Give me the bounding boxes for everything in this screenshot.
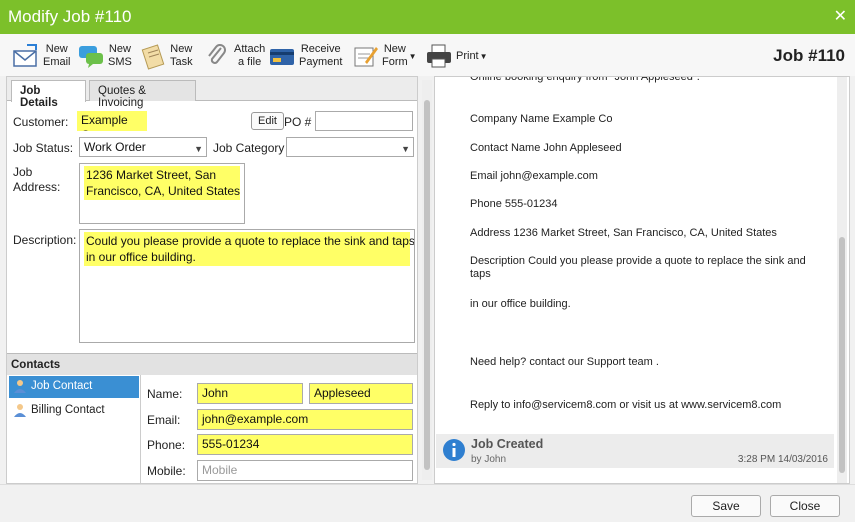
- activity-item-job-created[interactable]: Job Created by John 3:28 PM 14/03/2016: [436, 434, 834, 468]
- printer-icon: [427, 44, 451, 68]
- job-category-select[interactable]: ▼: [286, 137, 414, 157]
- window-title: Modify Job #110: [8, 7, 132, 26]
- last-name-input[interactable]: Appleseed: [309, 383, 413, 404]
- chevron-down-icon: ▼: [194, 144, 203, 154]
- email-line: Reply to info@servicem8.com or visit us …: [470, 399, 782, 411]
- email-line: Online booking enquiry from "John Apples…: [470, 76, 700, 83]
- customer-field[interactable]: Example Co: [77, 111, 147, 131]
- form-icon: [354, 47, 378, 67]
- new-form-button[interactable]: New Form ▼: [351, 40, 417, 72]
- right-scrollbar-thumb[interactable]: [839, 237, 845, 473]
- activity-panel: Online booking enquiry from "John Apples…: [434, 76, 850, 484]
- print-button[interactable]: Print ▼: [425, 40, 488, 72]
- activity-author: by John: [471, 454, 507, 465]
- close-icon[interactable]: ✕: [834, 6, 847, 26]
- contact-item-label: Job Contact: [31, 380, 93, 392]
- contact-name-label: Name:: [147, 387, 183, 401]
- email-line: Phone 555-01234: [470, 198, 558, 210]
- job-status-value: Work Order: [84, 140, 146, 154]
- description-textarea[interactable]: Could you please provide a quote to repl…: [79, 229, 415, 343]
- contact-item-billing-contact[interactable]: Billing Contact: [9, 400, 139, 422]
- new-sms-button[interactable]: New SMS: [77, 40, 132, 72]
- receive-payment-button[interactable]: Receive Payment: [268, 40, 342, 72]
- new-email-button[interactable]: New Email: [12, 40, 71, 72]
- new-form-label: New Form: [382, 43, 408, 68]
- email-line: in our office building.: [470, 298, 571, 310]
- attach-file-button[interactable]: Attach a file: [203, 40, 265, 72]
- chevron-down-icon: ▼: [401, 144, 410, 154]
- job-number-heading: Job #110: [773, 46, 845, 65]
- email-icon: [13, 44, 37, 67]
- customer-label: Customer:: [13, 115, 69, 129]
- job-address-label: Job Address:: [13, 165, 61, 194]
- job-category-label: Job Category: [213, 141, 285, 155]
- tab-quotes-invoicing[interactable]: Quotes & Invoicing: [89, 80, 196, 109]
- attach-file-label: Attach a file: [234, 43, 266, 68]
- description-value: Could you please provide a quote to repl…: [84, 232, 415, 266]
- contact-phone-input[interactable]: 555-01234: [197, 434, 413, 455]
- tab-job-details[interactable]: Job Details: [11, 80, 86, 109]
- chevron-down-icon: ▼: [479, 51, 488, 61]
- contact-mobile-input[interactable]: Mobile: [197, 460, 413, 481]
- job-address-value: 1236 Market Street, San Francisco, CA, U…: [84, 166, 241, 200]
- new-email-label: New Email: [43, 43, 71, 68]
- toolbar: New Email New SMS New Task Attach a file…: [0, 34, 855, 76]
- job-status-select[interactable]: Work Order ▼: [79, 137, 207, 157]
- left-scrollbar-thumb[interactable]: [424, 100, 430, 470]
- chevron-down-icon: ▼: [408, 51, 417, 61]
- receive-payment-label: Receive Payment: [299, 43, 343, 68]
- first-name-input[interactable]: John: [197, 383, 303, 404]
- job-address-textarea[interactable]: 1236 Market Street, San Francisco, CA, U…: [79, 163, 245, 224]
- email-line: Company Name Example Co: [470, 113, 613, 125]
- left-scrollbar[interactable]: [422, 80, 432, 480]
- new-sms-label: New SMS: [108, 43, 132, 68]
- email-line: Need help? contact our Support team .: [470, 356, 659, 368]
- close-button[interactable]: Close: [770, 495, 840, 517]
- contact-list: Job Contact Billing Contact: [7, 375, 141, 483]
- contact-email-label: Email:: [147, 413, 181, 427]
- po-number-input[interactable]: [315, 111, 413, 131]
- paperclip-icon: [208, 44, 226, 64]
- footer: Save Close: [0, 484, 855, 522]
- save-button[interactable]: Save: [691, 495, 761, 517]
- job-details-panel: Job Details Quotes & Invoicing Customer:…: [6, 76, 418, 484]
- person-icon: [14, 380, 26, 393]
- po-label: PO #: [284, 115, 312, 129]
- contact-item-label: Billing Contact: [31, 404, 105, 416]
- contacts-header: Contacts: [7, 353, 417, 375]
- email-line: Description Could you please provide a q…: [470, 255, 806, 280]
- email-line: Contact Name John Appleseed: [470, 142, 622, 154]
- tab-strip: Job Details Quotes & Invoicing: [7, 77, 417, 109]
- activity-title: Job Created: [471, 437, 544, 451]
- right-scrollbar[interactable]: [837, 77, 847, 483]
- payment-icon: [270, 49, 294, 65]
- new-task-label: New Task: [170, 43, 193, 68]
- contact-mobile-label: Mobile:: [147, 464, 186, 478]
- contact-item-job-contact[interactable]: Job Contact: [9, 376, 139, 398]
- contact-email-input[interactable]: john@example.com: [197, 409, 413, 430]
- edit-customer-button[interactable]: Edit: [251, 112, 284, 130]
- contact-phone-label: Phone:: [147, 438, 186, 452]
- person-icon: [14, 404, 26, 417]
- job-status-label: Job Status:: [13, 141, 74, 155]
- email-line: Address 1236 Market Street, San Francisc…: [470, 227, 777, 239]
- description-label: Description:: [13, 233, 77, 247]
- info-icon: [443, 439, 465, 461]
- title-bar: Modify Job #110 ✕: [0, 0, 855, 34]
- email-line: Email john@example.com: [470, 170, 598, 182]
- task-icon: [141, 44, 165, 70]
- sms-icon: [79, 46, 103, 68]
- new-task-button[interactable]: New Task: [139, 40, 193, 72]
- activity-timestamp: 3:28 PM 14/03/2016: [737, 454, 828, 465]
- print-label: Print: [456, 49, 479, 62]
